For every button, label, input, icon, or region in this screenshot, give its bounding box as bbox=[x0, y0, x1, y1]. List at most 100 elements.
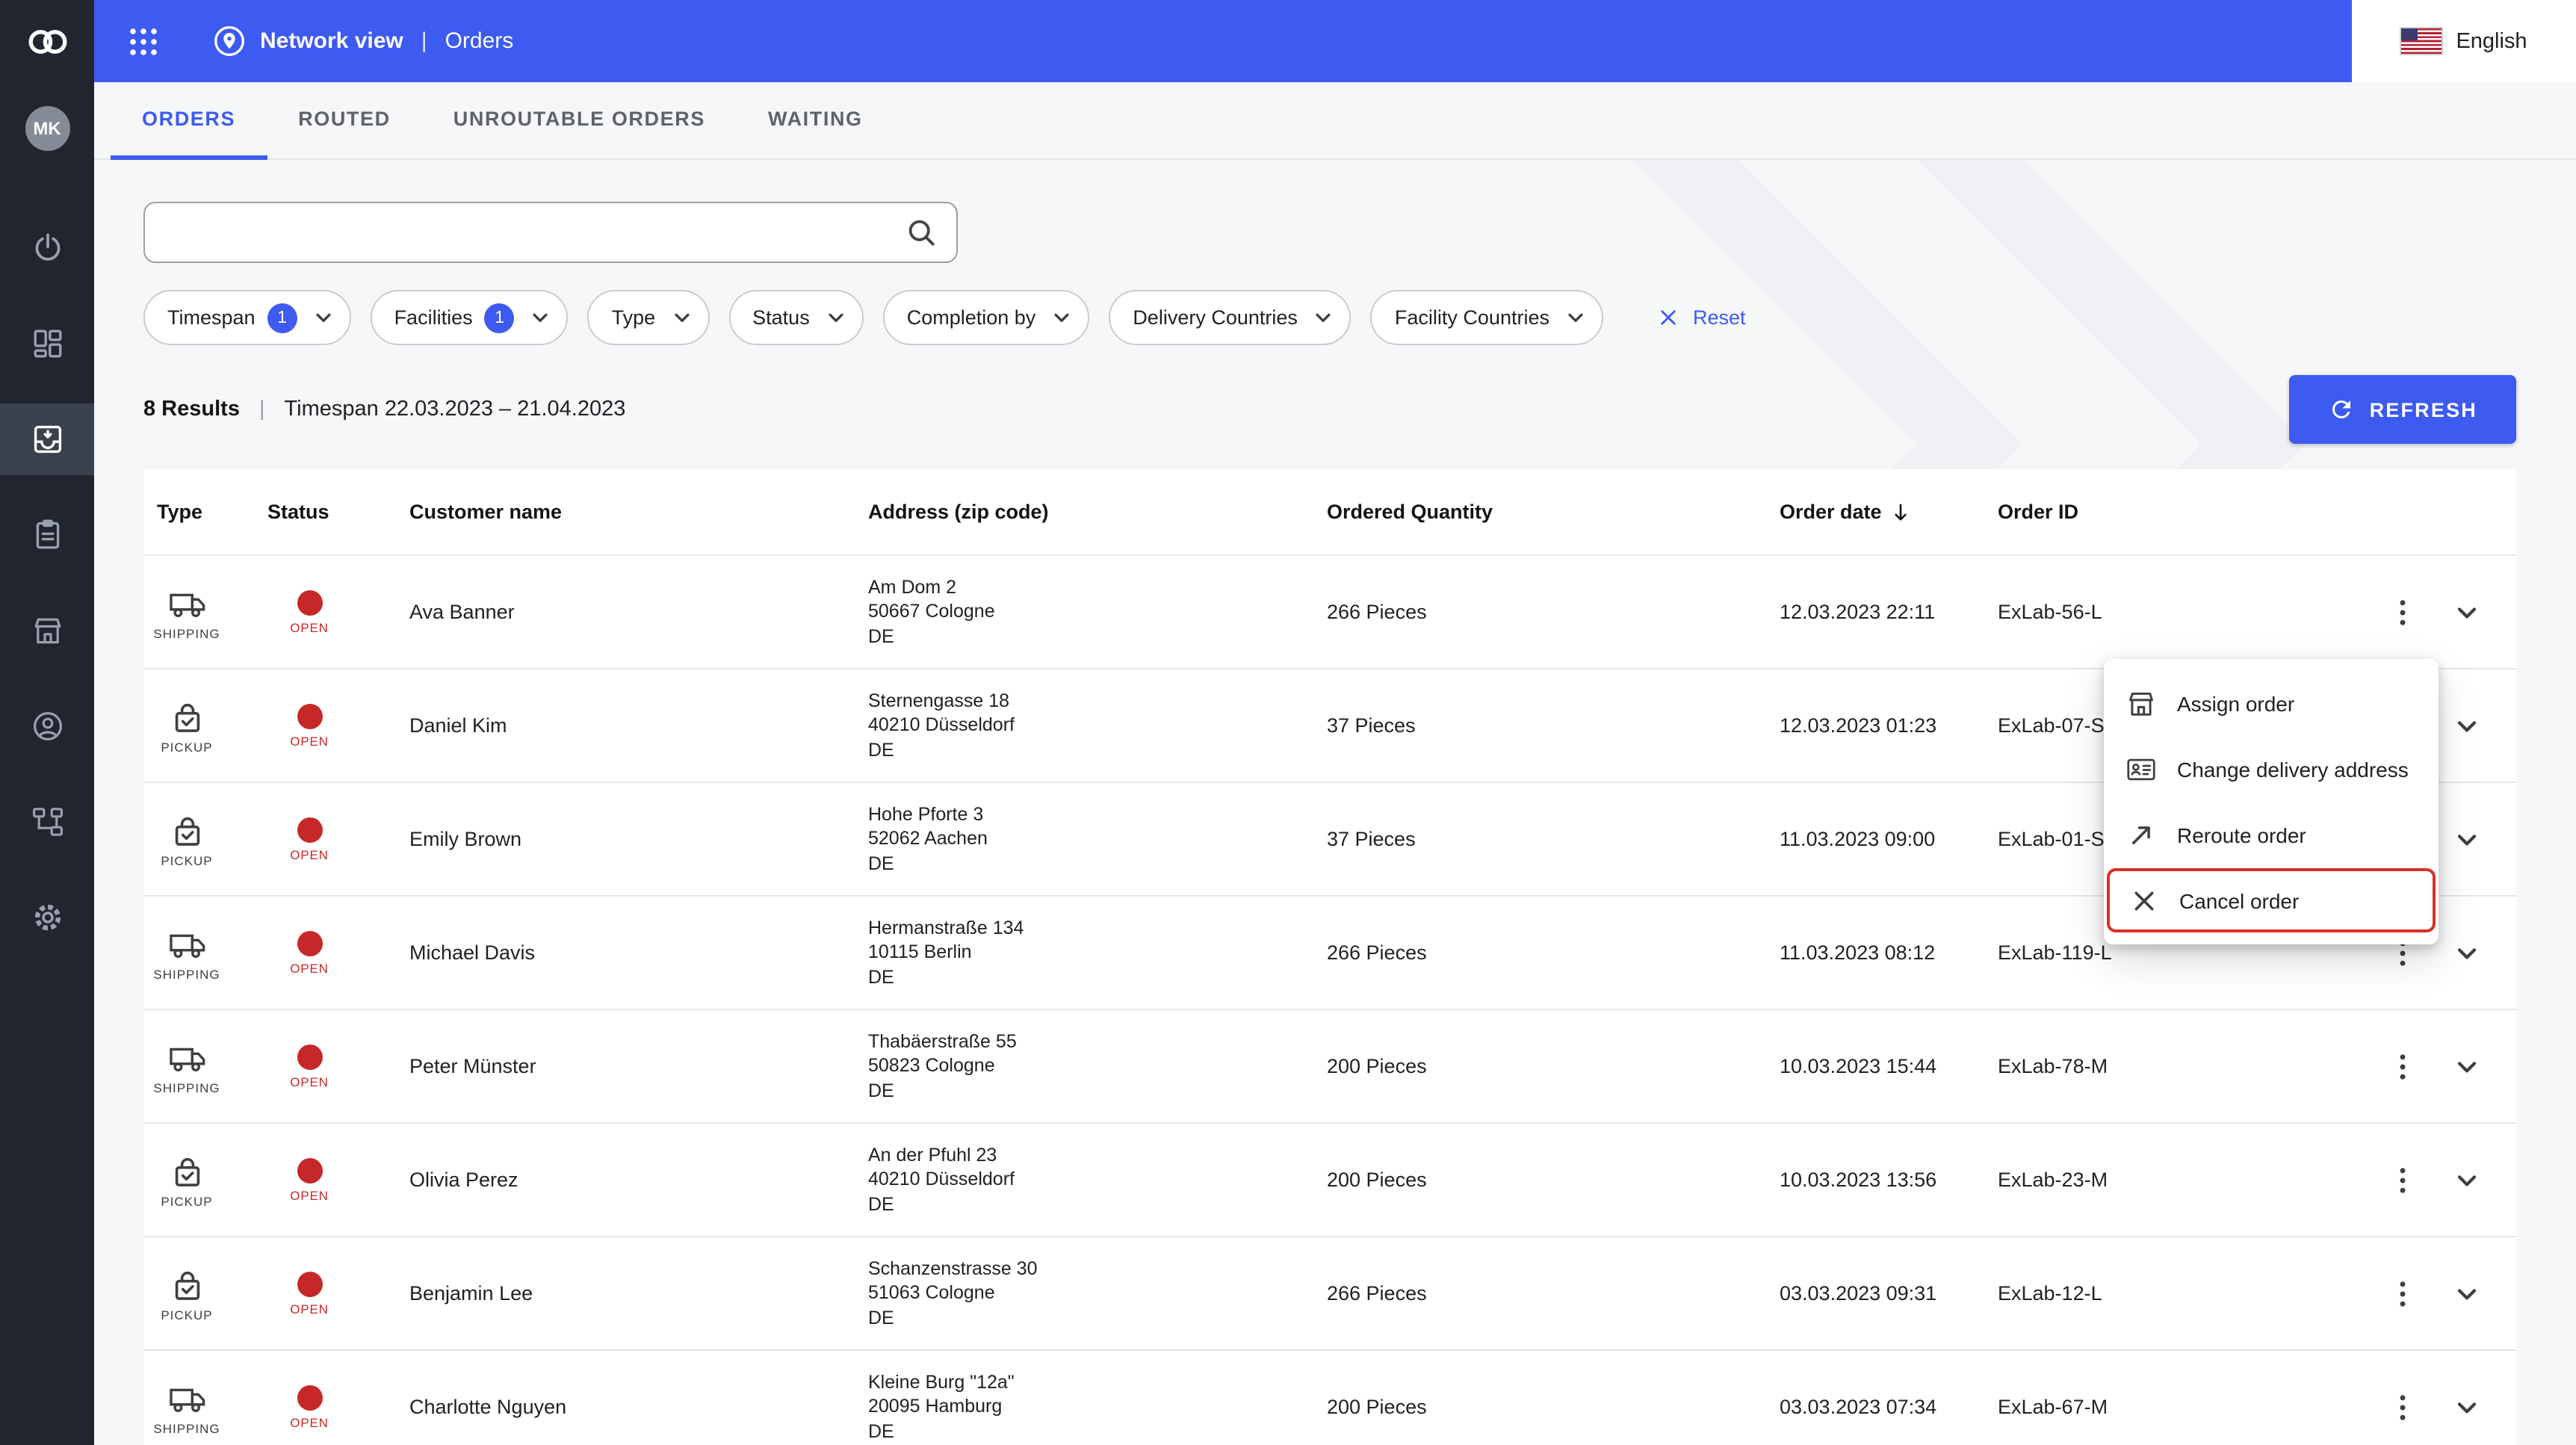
avatar[interactable]: MK bbox=[25, 106, 69, 151]
menu-item-reroute-order[interactable]: Reroute order bbox=[2104, 802, 2439, 868]
filter-delivery-countries[interactable]: Delivery Countries bbox=[1109, 290, 1352, 345]
reset-filters-button[interactable]: Reset bbox=[1647, 303, 1755, 332]
filter-label: Timespan bbox=[167, 306, 256, 329]
row-menu-button[interactable] bbox=[2385, 1275, 2421, 1311]
search-icon[interactable] bbox=[904, 215, 938, 250]
pickup-bag-icon bbox=[167, 1265, 207, 1305]
type-label: SHIPPING bbox=[153, 1420, 220, 1435]
column-ordered-quantity: Ordered Quantity bbox=[1327, 501, 1493, 523]
sidebar-item-power[interactable] bbox=[0, 230, 94, 266]
row-expand-button[interactable] bbox=[2449, 1389, 2485, 1425]
row-menu-button[interactable] bbox=[2385, 1048, 2421, 1084]
ordered-quantity: 200 Pieces bbox=[1327, 1055, 1427, 1077]
sidebar-item-dashboard[interactable] bbox=[0, 326, 94, 362]
kebab-menu-icon bbox=[2385, 1275, 2421, 1311]
chevron-down-icon bbox=[2449, 821, 2485, 857]
row-expand-button[interactable] bbox=[2449, 821, 2485, 857]
refresh-button[interactable]: REFRESH bbox=[2288, 375, 2516, 444]
filter-completion-by[interactable]: Completion by bbox=[882, 290, 1090, 345]
kebab-menu-icon bbox=[2385, 1048, 2421, 1084]
column-order-id: Order ID bbox=[1998, 501, 2079, 523]
row-menu-button[interactable] bbox=[2385, 1162, 2421, 1198]
filter-label: Facility Countries bbox=[1394, 306, 1549, 329]
row-expand-button[interactable] bbox=[2449, 708, 2485, 743]
ordered-quantity: 266 Pieces bbox=[1327, 941, 1427, 964]
dashboard-icon bbox=[29, 326, 65, 362]
customer-name: Daniel Kim bbox=[409, 714, 507, 737]
language-selector[interactable]: English bbox=[2352, 0, 2576, 82]
filter-facility-countries[interactable]: Facility Countries bbox=[1370, 290, 1603, 345]
type-label: SHIPPING bbox=[153, 625, 220, 640]
store-icon bbox=[29, 613, 65, 649]
chevron-down-icon bbox=[667, 303, 696, 332]
sidebar-item-facilities[interactable] bbox=[0, 613, 94, 649]
row-actions bbox=[2385, 1389, 2516, 1425]
customer-name: Michael Davis bbox=[409, 941, 536, 964]
reset-label: Reset bbox=[1692, 306, 1746, 329]
apps-grid-icon[interactable] bbox=[126, 23, 161, 59]
settings-gear-icon bbox=[29, 900, 65, 935]
column-customer-name: Customer name bbox=[409, 501, 563, 523]
chevron-down-icon bbox=[309, 303, 338, 332]
row-expand-button[interactable] bbox=[2449, 1162, 2485, 1198]
status-open-dot bbox=[297, 1157, 322, 1183]
row-expand-button[interactable] bbox=[2449, 935, 2485, 971]
table-row[interactable]: SHIPPING OPEN Ava Banner Am Dom 2 50667 C… bbox=[143, 556, 2516, 669]
table-row[interactable]: SHIPPING OPEN Charlotte Nguyen Kleine Bu… bbox=[143, 1351, 2516, 1445]
address-cell: Thabäerstraße 55 50823 Cologne DE bbox=[868, 1030, 1017, 1101]
sidebar-item-network[interactable] bbox=[0, 804, 94, 840]
order-date: 11.03.2023 09:00 bbox=[1780, 828, 1936, 850]
menu-item-assign-order[interactable]: Assign order bbox=[2104, 671, 2439, 737]
status-label: OPEN bbox=[290, 960, 329, 975]
order-id: ExLab-12-L bbox=[1998, 1282, 2102, 1305]
filter-label: Type bbox=[611, 306, 656, 329]
row-expand-button[interactable] bbox=[2449, 1048, 2485, 1084]
app-logo-icon[interactable] bbox=[0, 0, 94, 82]
menu-item-cancel-order[interactable]: Cancel order bbox=[2107, 868, 2436, 932]
ordered-quantity: 266 Pieces bbox=[1327, 1282, 1427, 1305]
ordered-quantity: 200 Pieces bbox=[1327, 1169, 1427, 1191]
customer-name: Ava Banner bbox=[409, 601, 515, 623]
table-row[interactable]: SHIPPING OPEN Peter Münster Thabäerstraß… bbox=[143, 1010, 2516, 1124]
filter-facilities[interactable]: Facilities 1 bbox=[370, 290, 569, 345]
network-view-icon bbox=[211, 22, 248, 60]
customer-name: Charlotte Nguyen bbox=[409, 1396, 567, 1418]
table-row[interactable]: PICKUP OPEN Benjamin Lee Schanzenstrasse… bbox=[143, 1237, 2516, 1351]
status-label: OPEN bbox=[290, 733, 329, 748]
column-order-date-sort[interactable]: Order date bbox=[1780, 500, 1998, 524]
row-actions bbox=[2385, 1162, 2516, 1198]
row-expand-button[interactable] bbox=[2449, 594, 2485, 630]
column-type: Type bbox=[157, 501, 203, 523]
tab-orders[interactable]: ORDERS bbox=[111, 82, 267, 160]
refresh-icon bbox=[2328, 396, 2355, 423]
sidebar-item-account[interactable] bbox=[0, 708, 94, 744]
sidebar-item-order-list[interactable] bbox=[0, 517, 94, 553]
address-cell: Sternengasse 18 40210 Düsseldorf DE bbox=[868, 690, 1015, 761]
filter-type[interactable]: Type bbox=[587, 290, 710, 345]
row-menu-button[interactable] bbox=[2385, 1389, 2421, 1425]
menu-item-label: Cancel order bbox=[2179, 888, 2300, 912]
sidebar-item-settings[interactable] bbox=[0, 900, 94, 935]
tab-unroutable-orders[interactable]: UNROUTABLE ORDERS bbox=[422, 82, 737, 160]
row-context-menu: Assign order Change delivery address Rer… bbox=[2104, 659, 2439, 944]
row-menu-button[interactable] bbox=[2385, 594, 2421, 630]
filter-status[interactable]: Status bbox=[728, 290, 864, 345]
tab-waiting[interactable]: WAITING bbox=[737, 82, 894, 160]
status-cell: OPEN bbox=[281, 1384, 338, 1429]
status-label: OPEN bbox=[290, 847, 329, 861]
storefront-icon bbox=[2125, 687, 2158, 720]
search-input[interactable] bbox=[143, 202, 958, 263]
results-bar: 8 Results | Timespan 22.03.2023 – 21.04.… bbox=[143, 375, 2516, 444]
tab-routed[interactable]: ROUTED bbox=[267, 82, 422, 160]
status-open-dot bbox=[297, 1044, 322, 1069]
row-expand-button[interactable] bbox=[2449, 1275, 2485, 1311]
status-cell: OPEN bbox=[281, 703, 338, 748]
column-address: Address (zip code) bbox=[868, 501, 1049, 523]
menu-item-change-delivery-address[interactable]: Change delivery address bbox=[2104, 737, 2439, 802]
sidebar: MK bbox=[0, 0, 94, 1445]
table-row[interactable]: PICKUP OPEN Olivia Perez An der Pfuhl 23… bbox=[143, 1124, 2516, 1237]
filter-timespan[interactable]: Timespan 1 bbox=[143, 290, 351, 345]
filter-count-badge: 1 bbox=[267, 303, 297, 332]
sidebar-item-orders[interactable] bbox=[0, 403, 94, 475]
title-separator: | bbox=[421, 28, 427, 54]
